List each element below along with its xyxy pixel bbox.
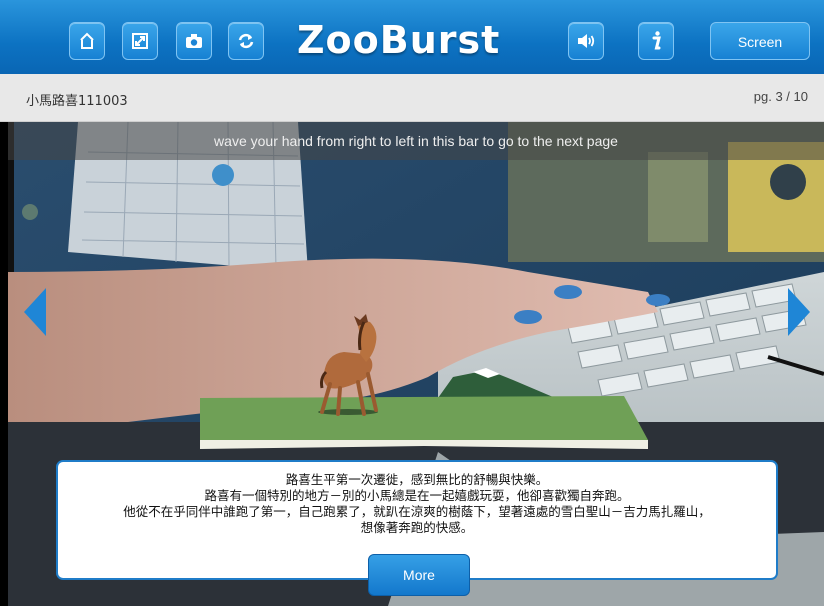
- zooburst-logo: ZooBurst: [297, 18, 501, 62]
- more-button[interactable]: More: [368, 554, 470, 596]
- story-text-panel: 路喜生平第一次遷徙，感到無比的舒暢與快樂。 路喜有一個特別的地方－別的小馬總是在…: [56, 460, 778, 596]
- expand-icon: [130, 31, 150, 51]
- prev-page-arrow[interactable]: [24, 288, 48, 340]
- camera-icon: [184, 31, 204, 51]
- zooburst-app: ZooBurst Screen 小馬路喜111003 pg. 3 / 10 wa…: [0, 0, 824, 606]
- ar-camera-view: wave your hand from right to left in thi…: [8, 122, 824, 606]
- story-line: 想像著奔跑的快感。: [360, 520, 474, 535]
- top-toolbar: ZooBurst Screen: [0, 0, 824, 74]
- story-line: 他從不在乎同伴中誰跑了第一，自己跑累了，就趴在涼爽的樹蔭下，望著遠處的雪白聖山－…: [123, 504, 711, 519]
- fullscreen-button[interactable]: [122, 22, 158, 60]
- book-info-bar: 小馬路喜111003 pg. 3 / 10: [0, 74, 824, 122]
- story-text: 路喜生平第一次遷徙，感到無比的舒暢與快樂。 路喜有一個特別的地方－別的小馬總是在…: [58, 472, 776, 536]
- story-line: 路喜生平第一次遷徙，感到無比的舒暢與快樂。: [285, 472, 549, 487]
- sound-icon: [575, 31, 597, 51]
- snapshot-button[interactable]: [176, 22, 212, 60]
- info-icon: [646, 30, 666, 52]
- chevron-left-icon: [24, 288, 48, 340]
- book-title: 小馬路喜111003: [26, 94, 128, 109]
- chevron-right-icon: [786, 288, 810, 340]
- sound-button[interactable]: [568, 22, 604, 60]
- page-indicator: pg. 3 / 10: [753, 89, 808, 104]
- swipe-hint-bar[interactable]: wave your hand from right to left in thi…: [8, 122, 824, 160]
- next-page-arrow[interactable]: [786, 288, 810, 340]
- home-icon: [77, 31, 97, 51]
- screen-button[interactable]: Screen: [710, 22, 810, 60]
- home-button[interactable]: [69, 22, 105, 60]
- story-line: 路喜有一個特別的地方－別的小馬總是在一起嬉戲玩耍，他卻喜歡獨自奔跑。: [204, 488, 630, 503]
- refresh-icon: [236, 31, 256, 51]
- refresh-button[interactable]: [228, 22, 264, 60]
- info-button[interactable]: [638, 22, 674, 60]
